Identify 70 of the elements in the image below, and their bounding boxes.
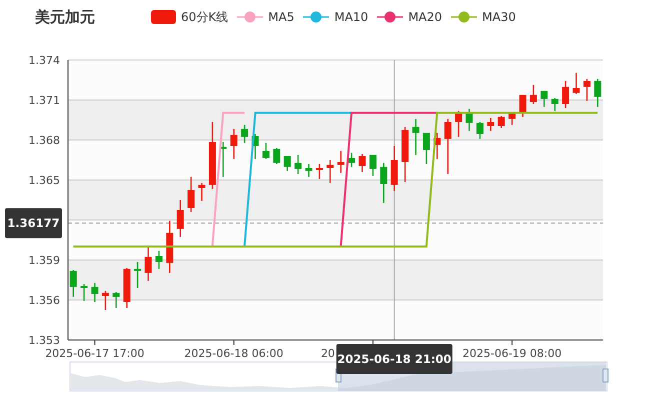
candlestick (412, 118, 420, 155)
candlestick (166, 220, 174, 273)
y-axis-label: 1.359 (28, 254, 60, 267)
candlestick (220, 142, 227, 177)
candlestick (284, 156, 291, 171)
candlestick (80, 284, 88, 301)
x-value-tooltip: 2025-06-18 21:00 (336, 344, 452, 374)
y-value-tooltip: 1.36177 (5, 208, 62, 238)
candlestick (102, 290, 109, 310)
candlestick (70, 270, 77, 297)
legend-item[interactable]: MA20 (377, 10, 442, 24)
legend-item[interactable]: MA30 (451, 10, 516, 24)
candlestick (434, 132, 441, 159)
candlestick (390, 146, 398, 191)
candlestick (369, 154, 376, 176)
candlestick (594, 78, 602, 107)
candlestick (519, 94, 526, 117)
candlestick (198, 182, 206, 201)
candlestick (444, 118, 452, 174)
candlestick (348, 152, 356, 167)
legend-item[interactable]: MA5 (237, 10, 294, 24)
candlestick (230, 128, 238, 159)
y-axis-label: 1.356 (28, 294, 60, 307)
candlestick (508, 112, 516, 125)
candlestick (551, 98, 558, 111)
candlestick (262, 142, 270, 159)
candlestick (358, 154, 366, 172)
candlestick (155, 250, 162, 269)
y-axis-label: 1.353 (28, 334, 60, 347)
candlestick (294, 154, 302, 174)
candlestick (402, 126, 409, 182)
candlestick (241, 124, 248, 143)
candlestick (91, 282, 98, 302)
candlestick (540, 90, 548, 107)
x-axis-label: 20 (320, 347, 335, 360)
candlestick (380, 162, 388, 203)
x-axis-label: 2025-06-17 17:00 (45, 347, 144, 360)
chart-title: 美元加元 (35, 8, 96, 26)
candlestick (530, 84, 537, 104)
x-axis-label: 2025-06-18 06:00 (184, 347, 284, 360)
y-axis-label: 1.374 (28, 54, 60, 67)
candlestick (498, 116, 505, 128)
candlestick (476, 122, 484, 139)
candlestick (134, 262, 142, 288)
data-zoom-slider[interactable] (70, 362, 608, 392)
candlestick (144, 246, 152, 281)
candlestick (572, 72, 580, 94)
candlestick (562, 80, 570, 108)
candlestick (337, 150, 344, 173)
legend-item[interactable]: MA10 (303, 10, 368, 24)
candlestick (455, 110, 462, 137)
x-axis-label: 2025-06-19 08:00 (462, 347, 562, 360)
candlestick (326, 160, 334, 183)
y-axis-label: 1.368 (28, 134, 60, 147)
candlestick (422, 132, 430, 164)
candlestick (487, 118, 494, 131)
candlestick (273, 148, 280, 164)
candlestick (466, 108, 473, 131)
candlestick (252, 134, 259, 159)
candlestick (176, 200, 184, 237)
candlestick (188, 176, 195, 212)
candlestick (316, 164, 323, 179)
y-axis-label: 1.365 (28, 174, 60, 187)
candlestick (208, 122, 216, 189)
candlestick (583, 78, 590, 101)
legend-item[interactable]: 60分K线 (151, 8, 228, 26)
ref-line-label: 1.36177 (7, 216, 60, 230)
candlestick (305, 164, 312, 177)
y-axis-label: 1.371 (28, 94, 60, 107)
candlestick (112, 292, 120, 308)
